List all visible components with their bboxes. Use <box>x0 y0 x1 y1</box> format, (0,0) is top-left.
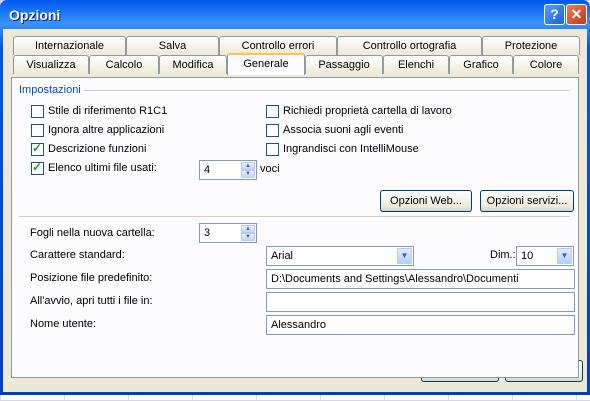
ignora-applicazioni-checkbox[interactable] <box>31 124 44 137</box>
richiedi-proprieta-label: Richiedi proprietà cartella di lavoro <box>283 105 452 117</box>
posizione-field[interactable]: D:\Documents and Settings\Alessandro\Doc… <box>266 269 575 289</box>
spin-down-icon[interactable]: ▼ <box>241 170 255 178</box>
section-divider <box>19 216 570 217</box>
tab-colore[interactable]: Colore <box>513 55 579 74</box>
title-bar: Opzioni ? ✕ <box>0 0 590 29</box>
nome-utente-label: Nome utente: <box>30 318 97 330</box>
ingrandisci-label: Ingrandisci con IntelliMouse <box>283 143 419 155</box>
dialog-client: Internazionale Salva Controllo errori Co… <box>3 29 587 392</box>
fogli-label: Fogli nella nuova cartella: <box>30 227 155 239</box>
carattere-value: Arial <box>271 250 294 262</box>
chevron-down-icon[interactable]: ▼ <box>397 248 412 264</box>
ingrandisci-checkbox[interactable] <box>266 143 279 156</box>
tab-generale[interactable]: Generale <box>227 53 305 75</box>
descrizione-funzioni-label: Descrizione funzioni <box>48 143 147 155</box>
opzioni-servizi-button[interactable]: Opzioni servizi... <box>480 190 574 212</box>
tab-controllo-ortografia[interactable]: Controllo ortografia <box>337 36 482 55</box>
dialog-title: Opzioni <box>9 7 61 23</box>
posizione-label: Posizione file predefinito: <box>30 272 153 284</box>
avvio-label: All'avvio, apri tutti i file in: <box>30 295 153 307</box>
elenco-ultimi-stepper[interactable]: 4 ▲ ▼ <box>199 160 257 180</box>
fogli-stepper[interactable]: 3 ▲ ▼ <box>199 223 257 243</box>
voci-label: voci <box>260 163 280 175</box>
avvio-field[interactable] <box>266 292 575 312</box>
group-divider <box>84 90 570 91</box>
generale-panel: Impostazioni Stile di riferimento R1C1 I… <box>11 77 579 378</box>
ignora-applicazioni-label: Ignora altre applicazioni <box>48 124 165 136</box>
elenco-ultimi-label: Elenco ultimi file usati: <box>48 162 157 174</box>
dim-select[interactable]: 10 ▼ <box>516 246 574 266</box>
spin-up-icon[interactable]: ▲ <box>241 162 255 170</box>
carattere-select[interactable]: Arial ▼ <box>266 246 414 266</box>
tab-visualizza[interactable]: Visualizza <box>13 55 89 74</box>
dim-value: 10 <box>521 250 534 262</box>
impostazioni-group-label: Impostazioni <box>19 84 81 96</box>
descrizione-funzioni-checkbox[interactable] <box>31 141 44 156</box>
associa-suoni-label: Associa suoni agli eventi <box>283 124 404 136</box>
nome-utente-field[interactable]: Alessandro <box>266 315 575 335</box>
tab-passaggio[interactable]: Passaggio <box>305 55 383 74</box>
close-icon: ✕ <box>570 6 583 22</box>
options-dialog: Opzioni ? ✕ Internazionale Salva Control… <box>0 0 590 395</box>
spin-down-icon[interactable]: ▼ <box>241 233 255 241</box>
tab-internazionale[interactable]: Internazionale <box>13 36 126 55</box>
tab-protezione[interactable]: Protezione <box>482 36 580 55</box>
spin-up-icon[interactable]: ▲ <box>241 225 255 233</box>
elenco-ultimi-checkbox[interactable] <box>31 160 44 175</box>
tab-elenchi[interactable]: Elenchi <box>383 55 449 74</box>
stile-riferimento-checkbox[interactable] <box>31 105 44 118</box>
fogli-value: 3 <box>204 227 211 239</box>
close-button[interactable]: ✕ <box>566 4 587 25</box>
stile-riferimento-label: Stile di riferimento R1C1 <box>48 105 168 117</box>
tab-modifica[interactable]: Modifica <box>159 55 227 74</box>
opzioni-web-button[interactable]: Opzioni Web... <box>380 190 472 212</box>
associa-suoni-checkbox[interactable] <box>266 124 279 137</box>
help-button[interactable]: ? <box>544 4 565 25</box>
chevron-down-icon[interactable]: ▼ <box>557 248 572 264</box>
dim-label: Dim.: <box>490 249 516 261</box>
tab-salva[interactable]: Salva <box>126 36 219 55</box>
tab-calcolo[interactable]: Calcolo <box>89 55 159 74</box>
help-icon: ? <box>550 6 559 22</box>
elenco-ultimi-value: 4 <box>204 164 211 176</box>
richiedi-proprieta-checkbox[interactable] <box>266 105 279 118</box>
carattere-label: Carattere standard: <box>30 249 125 261</box>
tab-grafico[interactable]: Grafico <box>449 55 513 74</box>
